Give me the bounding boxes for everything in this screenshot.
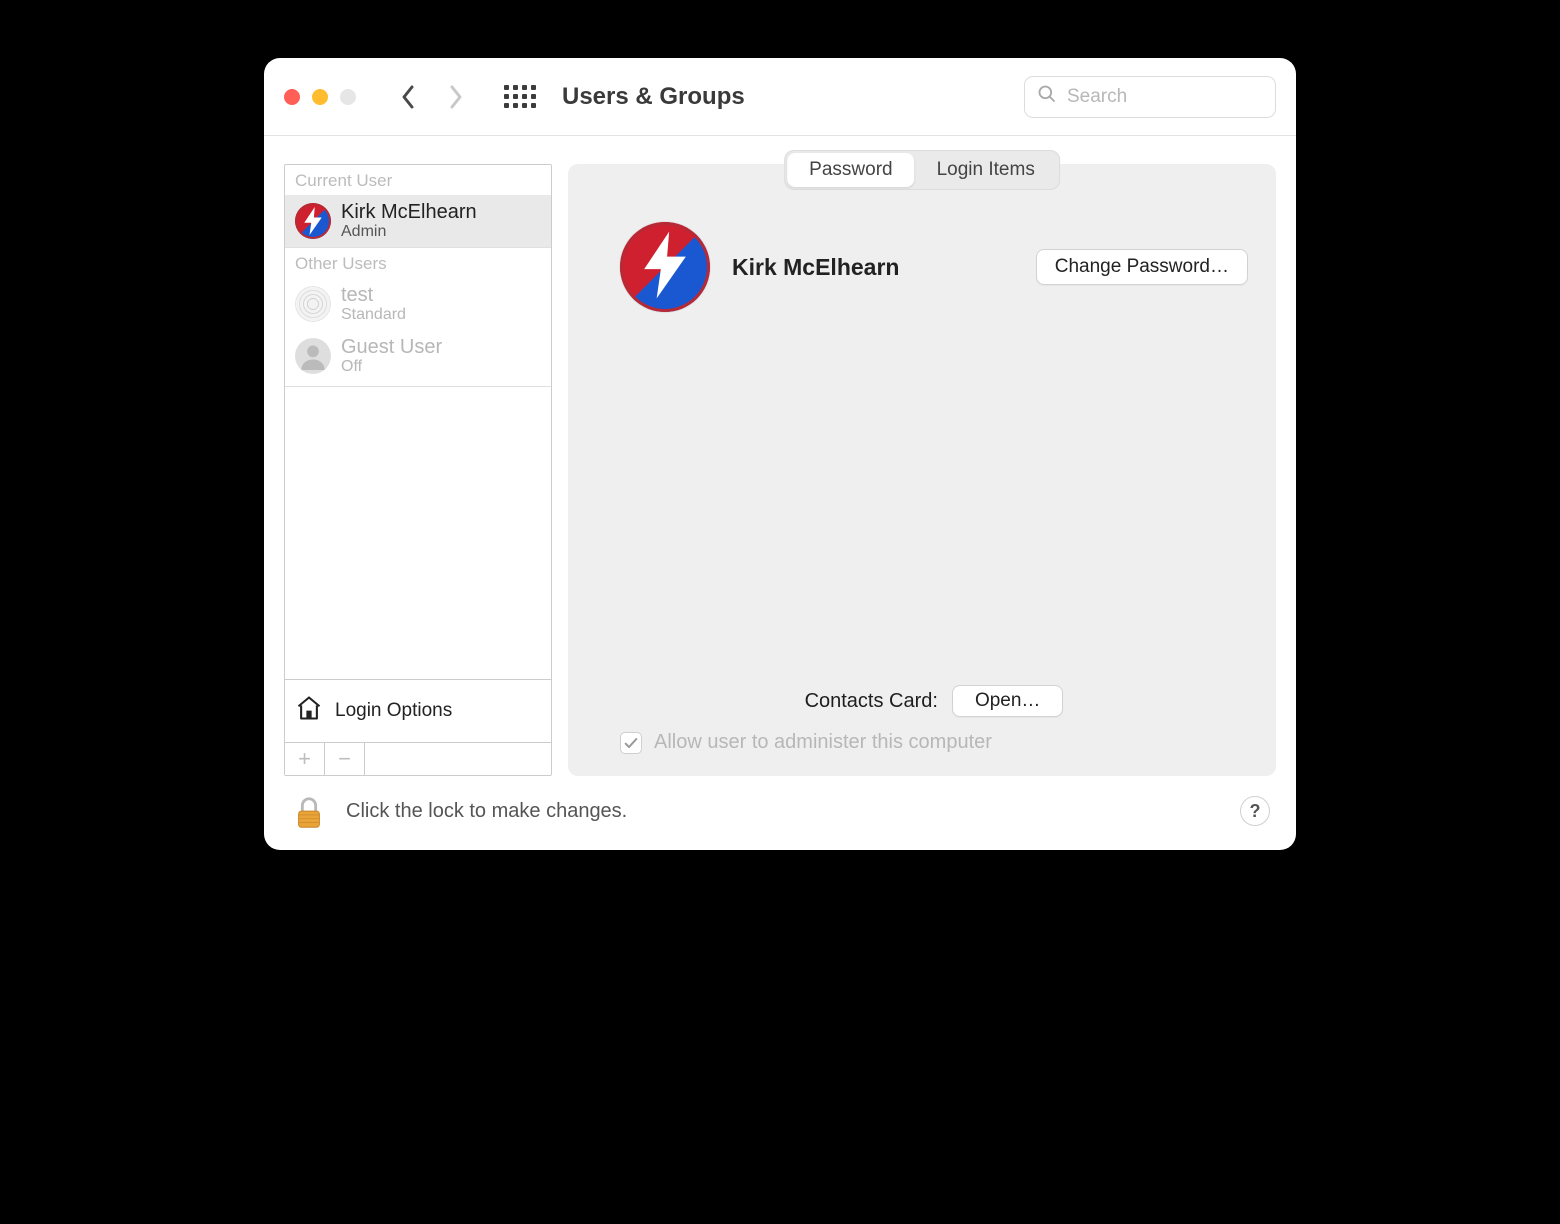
minimize-window-button[interactable] <box>312 89 328 105</box>
sidebar-item-guest-user[interactable]: Guest User Off <box>285 330 551 382</box>
open-contacts-button[interactable]: Open… <box>952 685 1063 717</box>
tab-password[interactable]: Password <box>787 153 914 187</box>
lock-button[interactable] <box>290 794 328 828</box>
window-title: Users & Groups <box>562 83 1024 111</box>
add-remove-bar: + − <box>285 742 551 775</box>
sidebar-spacer <box>285 386 551 679</box>
user-text: Kirk McElhearn Admin <box>341 201 477 241</box>
admin-checkbox-label: Allow user to administer this computer <box>654 731 992 754</box>
lock-hint-text: Click the lock to make changes. <box>346 800 1222 823</box>
admin-checkbox-row: Allow user to administer this computer <box>620 731 1248 754</box>
tab-login-items[interactable]: Login Items <box>915 153 1057 187</box>
window-controls <box>284 89 356 105</box>
user-role-label: Off <box>341 358 442 376</box>
user-role-label: Admin <box>341 223 477 241</box>
close-window-button[interactable] <box>284 89 300 105</box>
search-field[interactable] <box>1024 76 1276 118</box>
sidebar-item-current-user[interactable]: Kirk McElhearn Admin <box>285 195 551 247</box>
user-text: Guest User Off <box>341 336 442 376</box>
admin-checkbox[interactable] <box>620 732 642 754</box>
addremove-spacer <box>365 743 551 775</box>
tab-bar: Password Login Items <box>784 150 1060 190</box>
users-groups-window: Users & Groups Current User Kirk McElhea… <box>264 58 1296 850</box>
add-user-button[interactable]: + <box>285 743 325 775</box>
search-input[interactable] <box>1067 86 1263 108</box>
login-options-label: Login Options <box>335 700 452 722</box>
back-button[interactable] <box>394 83 422 111</box>
password-panel: Kirk McElhearn Change Password… Contacts… <box>568 164 1276 776</box>
search-icon <box>1037 84 1057 109</box>
user-name-label: Guest User <box>341 336 442 358</box>
user-text: test Standard <box>341 284 406 324</box>
toolbar: Users & Groups <box>264 58 1296 136</box>
user-name-label: test <box>341 284 406 306</box>
lightning-bolt-icon <box>640 230 690 305</box>
other-users-section-label: Other Users <box>285 247 551 278</box>
forward-button[interactable] <box>442 83 470 111</box>
profile-row: Kirk McElhearn Change Password… <box>620 222 1248 312</box>
large-user-avatar[interactable] <box>620 222 710 312</box>
contacts-card-row: Contacts Card: Open… <box>620 685 1248 717</box>
user-name-label: Kirk McElhearn <box>341 201 477 223</box>
panel-spacer <box>620 312 1248 685</box>
current-user-section-label: Current User <box>285 165 551 195</box>
show-all-prefs-button[interactable] <box>504 85 536 108</box>
change-password-button[interactable]: Change Password… <box>1036 249 1248 285</box>
remove-user-button[interactable]: − <box>325 743 365 775</box>
sidebar-item-user-test[interactable]: test Standard <box>285 278 551 330</box>
content-body: Current User Kirk McElhearn Admin Other … <box>264 136 1296 780</box>
nav-arrows <box>394 83 470 111</box>
generic-avatar-icon <box>295 338 331 374</box>
house-icon <box>295 694 323 728</box>
contacts-card-label: Contacts Card: <box>805 690 938 713</box>
user-role-label: Standard <box>341 306 406 324</box>
login-options-button[interactable]: Login Options <box>285 679 551 742</box>
help-button[interactable]: ? <box>1240 796 1270 826</box>
footer: Click the lock to make changes. ? <box>264 780 1296 850</box>
user-avatar-icon <box>295 203 331 239</box>
users-sidebar: Current User Kirk McElhearn Admin Other … <box>284 164 552 776</box>
user-display-name: Kirk McElhearn <box>732 254 1014 281</box>
zoom-window-button[interactable] <box>340 89 356 105</box>
fingerprint-avatar-icon <box>295 286 331 322</box>
main-area: Password Login Items Kirk McElhearn Chan… <box>568 164 1276 776</box>
